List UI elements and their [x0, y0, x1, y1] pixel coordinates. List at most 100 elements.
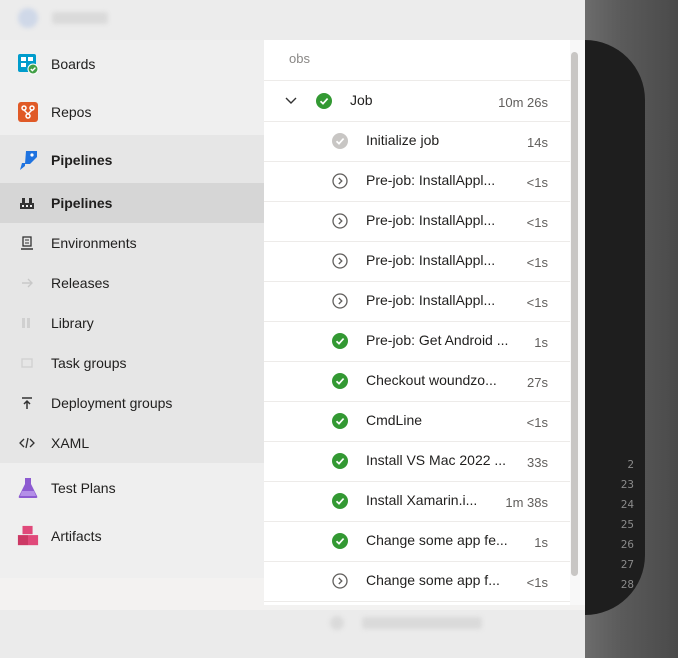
skipped-icon — [332, 133, 348, 149]
sidebar-item-label: Deployment groups — [51, 395, 173, 411]
sidebar-item-repos[interactable]: Repos — [0, 90, 264, 134]
job-duration: 10m 26s — [498, 95, 548, 110]
step-name: CmdLine — [366, 412, 423, 428]
pending-icon — [332, 213, 348, 229]
sidebar-item-label: Environments — [51, 235, 137, 251]
sidebar-item-boards[interactable]: Boards — [0, 42, 264, 86]
repos-icon — [17, 101, 39, 123]
step-name: Change some app fe... — [366, 532, 508, 548]
step-name: Checkout woundzo... — [366, 372, 497, 388]
sidebar-item-label: Test Plans — [51, 480, 116, 496]
step-duration: <1s — [526, 175, 548, 190]
org-avatar-blurred — [18, 8, 38, 28]
sidebar-item-label: Artifacts — [51, 528, 102, 544]
deployment-groups-icon — [19, 395, 35, 411]
step-row[interactable]: Install VS Mac 2022 ... 33s — [264, 441, 570, 482]
line-number: 26 — [620, 538, 634, 551]
sidebar-item-label: Pipelines — [51, 152, 113, 168]
step-name: Pre-job: InstallAppl... — [366, 172, 496, 188]
step-duration: 14s — [527, 135, 548, 150]
sidebar-item-label: Library — [51, 315, 94, 331]
step-duration: 1s — [534, 335, 548, 350]
step-status-blurred — [330, 616, 344, 630]
sidebar-item-environments[interactable]: Environments — [0, 223, 264, 263]
step-row[interactable]: CmdLine <1s — [264, 401, 570, 442]
success-icon — [332, 533, 348, 549]
step-row[interactable]: Pre-job: InstallAppl... <1s — [264, 161, 570, 202]
step-name: Pre-job: InstallAppl... — [366, 252, 496, 268]
step-duration: <1s — [526, 575, 548, 590]
pipelines-icon — [17, 149, 39, 171]
sidebar-item-label: XAML — [51, 435, 90, 451]
line-number: 24 — [620, 498, 634, 511]
pending-icon — [332, 173, 348, 189]
step-name-blurred — [362, 617, 482, 629]
step-row[interactable]: Checkout woundzo... 27s — [264, 361, 570, 402]
step-duration: 27s — [527, 375, 548, 390]
step-name: Initialize job — [366, 132, 440, 148]
step-name: Pre-job: InstallAppl... — [366, 292, 496, 308]
success-icon — [332, 413, 348, 429]
step-name: Change some app f... — [366, 572, 500, 588]
step-row[interactable]: Pre-job: InstallAppl... <1s — [264, 201, 570, 242]
bottom-blurred — [0, 610, 585, 658]
test-plans-icon — [17, 477, 39, 499]
sidebar-item-pipelines[interactable]: Pipelines — [0, 138, 264, 182]
releases-icon — [19, 275, 35, 291]
step-name: Install VS Mac 2022 ... — [366, 452, 507, 468]
environments-icon — [19, 235, 35, 251]
step-duration: 33s — [527, 455, 548, 470]
sidebar-item-label: Repos — [51, 104, 92, 120]
sidebar-item-releases[interactable]: Releases — [0, 263, 264, 303]
pending-icon — [332, 253, 348, 269]
sidebar-item-artifacts[interactable]: Artifacts — [0, 514, 264, 558]
jobs-header-label: obs — [289, 51, 310, 66]
pending-icon — [332, 573, 348, 589]
sidebar-item-library[interactable]: Library — [0, 303, 264, 343]
sidebar-item-label: Releases — [51, 275, 110, 291]
step-row[interactable]: Pre-job: InstallAppl... <1s — [264, 241, 570, 282]
success-icon — [332, 373, 348, 389]
line-number: 25 — [620, 518, 634, 531]
jobs-panel: obs Job 10m 26s Initialize job 14s Pre-job… — [264, 40, 570, 605]
scrollbar[interactable] — [571, 52, 578, 576]
line-number: 2 — [627, 458, 634, 471]
success-icon — [332, 333, 348, 349]
step-duration: 1s — [534, 535, 548, 550]
line-number: 28 — [620, 578, 634, 591]
line-number: 27 — [620, 558, 634, 571]
step-duration: <1s — [526, 215, 548, 230]
job-row[interactable]: Job 10m 26s — [264, 81, 570, 122]
job-name: Job — [350, 92, 373, 108]
chevron-down-icon[interactable] — [283, 93, 299, 109]
sidebar-item-xaml[interactable]: XAML — [0, 423, 264, 463]
step-name: Pre-job: InstallAppl... — [366, 212, 496, 228]
sidebar: Boards Repos Pipelines Pipelines Environ… — [0, 40, 265, 578]
org-name-blurred — [52, 12, 108, 24]
step-name: Pre-job: Get Android ... — [366, 332, 509, 348]
step-name: Install Xamarin.i... — [366, 492, 478, 508]
step-duration: <1s — [526, 415, 548, 430]
pending-icon — [332, 293, 348, 309]
step-row[interactable]: Pre-job: InstallAppl... <1s — [264, 281, 570, 322]
sidebar-item-pipelines-sub[interactable]: Pipelines — [0, 183, 264, 223]
success-icon — [332, 493, 348, 509]
step-row[interactable]: Initialize job 14s — [264, 121, 570, 162]
step-row[interactable]: Change some app fe... 1s — [264, 521, 570, 562]
sidebar-item-test-plans[interactable]: Test Plans — [0, 466, 264, 510]
step-row[interactable]: Change some app f... <1s — [264, 561, 570, 602]
pipeline-icon — [19, 195, 35, 211]
step-row[interactable]: Pre-job: Get Android ... 1s — [264, 321, 570, 362]
jobs-header: obs — [264, 40, 570, 81]
boards-icon — [17, 53, 39, 75]
success-icon — [316, 93, 332, 109]
log-line-numbers: 2 23 24 25 26 27 28 — [612, 458, 634, 598]
step-row[interactable]: Install Xamarin.i... 1m 38s — [264, 481, 570, 522]
sidebar-item-label: Boards — [51, 56, 96, 72]
sidebar-item-label: Pipelines — [51, 195, 113, 211]
step-duration: 1m 38s — [505, 495, 548, 510]
success-icon — [332, 453, 348, 469]
sidebar-item-task-groups[interactable]: Task groups — [0, 343, 264, 383]
xaml-icon — [19, 435, 35, 451]
sidebar-item-deployment-groups[interactable]: Deployment groups — [0, 383, 264, 423]
